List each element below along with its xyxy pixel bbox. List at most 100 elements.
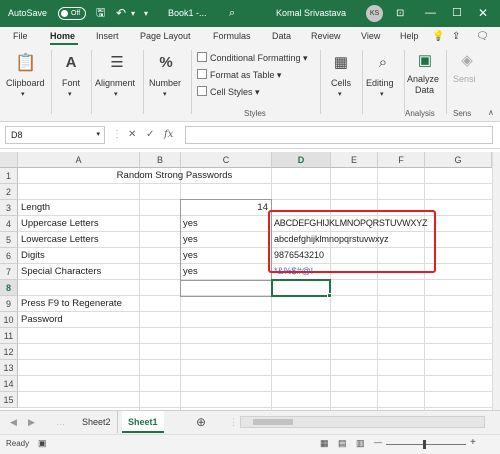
cancel-icon[interactable]: ✕ [128,126,136,144]
row-header[interactable]: 13 [0,360,18,376]
tab-formulas[interactable]: Formulas [213,31,251,41]
row-header[interactable]: 2 [0,184,18,200]
maximize-icon[interactable]: ☐ [452,0,462,27]
comment-icon[interactable]: 🗨 [476,31,489,42]
vertical-scrollbar[interactable] [492,152,500,410]
sheet-title[interactable]: Random Strong Passwords [18,168,331,183]
macro-record-icon[interactable]: ▣ [38,438,47,449]
row-header[interactable]: 10 [0,312,18,328]
cell-a9[interactable]: Press F9 to Regenerate [21,296,122,311]
fill-handle[interactable] [327,293,332,298]
cell-a3[interactable]: Length [21,200,50,215]
formula-input[interactable] [185,126,493,144]
select-all-corner[interactable] [0,152,18,168]
undo-dropdown-icon[interactable]: ▾ [131,0,135,27]
collapse-ribbon-icon[interactable]: ∧ [488,108,494,117]
cell-styles-button[interactable]: Cell Styles ▾ [197,86,260,100]
scrollbar-thumb[interactable] [253,419,293,425]
row-header[interactable]: 11 [0,328,18,344]
add-sheet-icon[interactable]: ⊕ [190,411,212,433]
autosave-toggle[interactable]: Off [58,7,86,20]
close-icon[interactable]: ✕ [478,0,488,27]
cell-c7[interactable]: yes [183,264,198,279]
editing-group[interactable]: ⌕ Editing ▾ [363,46,403,120]
column-header-c[interactable]: C [181,152,272,168]
zoom-slider[interactable] [386,444,466,445]
conditional-formatting-button[interactable]: Conditional Formatting ▾ [197,52,308,66]
enter-icon[interactable]: ✓ [146,126,154,144]
column-header-a[interactable]: A [18,152,140,168]
column-header-d[interactable]: D [272,152,331,168]
page-break-view-icon[interactable]: ▥ [356,438,365,449]
format-as-table-button[interactable]: Format as Table ▾ [197,69,281,83]
cell-c3[interactable]: 14 [181,200,268,215]
number-group[interactable]: % Number ▾ [144,46,189,120]
row-header[interactable]: 6 [0,248,18,264]
insert-function-icon[interactable]: fx [164,126,173,144]
styles-group-label: Styles [244,109,266,118]
column-header-b[interactable]: B [140,152,181,168]
cell-c6[interactable]: yes [183,248,198,263]
cell-a6[interactable]: Digits [21,248,45,263]
cell-a4[interactable]: Uppercase Letters [21,216,99,231]
zoom-thumb[interactable] [423,440,426,449]
cell-a10[interactable]: Password [21,312,63,327]
divider [191,50,192,114]
tab-file[interactable]: File [13,31,28,41]
tab-sheet2[interactable]: Sheet2 [76,411,118,433]
search-icon[interactable]: ⌕ [229,0,235,27]
lightbulb-icon[interactable]: 💡 [432,31,444,42]
save-icon[interactable]: 🖫 [96,0,105,27]
selected-cell-d8[interactable] [271,279,331,297]
column-header-e[interactable]: E [331,152,378,168]
page-layout-view-icon[interactable]: ▤ [338,438,347,449]
row-header[interactable]: 1 [0,168,18,184]
toggle-knob [61,10,68,17]
alignment-group[interactable]: ☰ Alignment ▾ [92,46,142,120]
tab-help[interactable]: Help [400,31,419,41]
row-header[interactable]: 4 [0,216,18,232]
row-header[interactable]: 12 [0,344,18,360]
horizontal-scrollbar[interactable] [240,416,485,428]
tab-data[interactable]: Data [272,31,291,41]
minimize-icon[interactable]: — [425,0,436,27]
normal-view-icon[interactable]: ▦ [320,438,329,449]
row-header[interactable]: 8 [0,280,18,296]
scroll-left-icon[interactable]: ◀ [4,411,23,433]
tab-page-layout[interactable]: Page Layout [140,31,191,41]
scroll-right-icon[interactable]: ▶ [22,411,41,433]
cell-c5[interactable]: yes [183,232,198,247]
highlight-box [268,210,436,273]
chevron-down-icon[interactable]: ▾ [96,127,100,143]
font-group[interactable]: A Font ▾ [52,46,90,120]
cell-a5[interactable]: Lowercase Letters [21,232,99,247]
spreadsheet-grid[interactable]: A B C D E F G 1 2 3 4 5 6 7 8 9 10 11 12… [0,152,492,410]
cells-group[interactable]: ▦ Cells ▾ [321,46,361,120]
clipboard-group[interactable]: 📋 Clipboard ▾ [0,46,50,120]
row-header[interactable]: 14 [0,376,18,392]
row-header[interactable]: 5 [0,232,18,248]
cell-c4[interactable]: yes [183,216,198,231]
tab-insert[interactable]: Insert [96,31,119,41]
customize-qat-icon[interactable]: ▾ [144,0,148,27]
row-header[interactable]: 9 [0,296,18,312]
tab-sheet1[interactable]: Sheet1 [122,411,164,433]
ribbon-display-icon[interactable]: ⊡ [396,0,404,27]
zoom-out-icon[interactable]: — [374,438,382,447]
row-header[interactable]: 7 [0,264,18,280]
name-box[interactable]: D8 ▾ [5,126,105,144]
avatar[interactable]: KS [366,5,383,22]
column-header-g[interactable]: G [425,152,492,168]
tab-home[interactable]: Home [50,31,75,41]
row-header[interactable]: 3 [0,200,18,216]
column-header-f[interactable]: F [378,152,425,168]
tab-view[interactable]: View [361,31,380,41]
more-sheets-icon[interactable]: … [50,411,71,433]
analyze-data-icon: ▣ [417,52,433,69]
undo-icon[interactable]: ↶ [116,0,126,27]
zoom-in-icon[interactable]: + [470,437,476,448]
cell-a7[interactable]: Special Characters [21,264,101,279]
tab-review[interactable]: Review [311,31,341,41]
row-header[interactable]: 15 [0,392,18,408]
share-icon[interactable]: ⇪ [452,31,460,42]
